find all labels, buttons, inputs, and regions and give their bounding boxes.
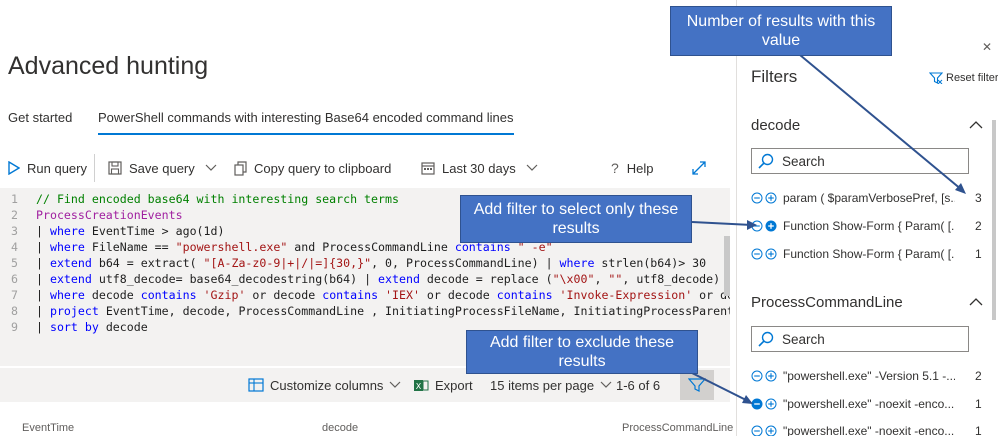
callout-result-count: Number of results with this value [670, 6, 892, 56]
callout-arrow-count [799, 54, 963, 191]
callout-arrowhead-select [747, 220, 757, 230]
callout-select-filter: Add filter to select only these results [460, 195, 692, 243]
callout-exclude-filter: Add filter to exclude these results [466, 330, 698, 374]
callout-arrow-select [691, 221, 753, 226]
callout-arrow-exclude [689, 371, 749, 402]
